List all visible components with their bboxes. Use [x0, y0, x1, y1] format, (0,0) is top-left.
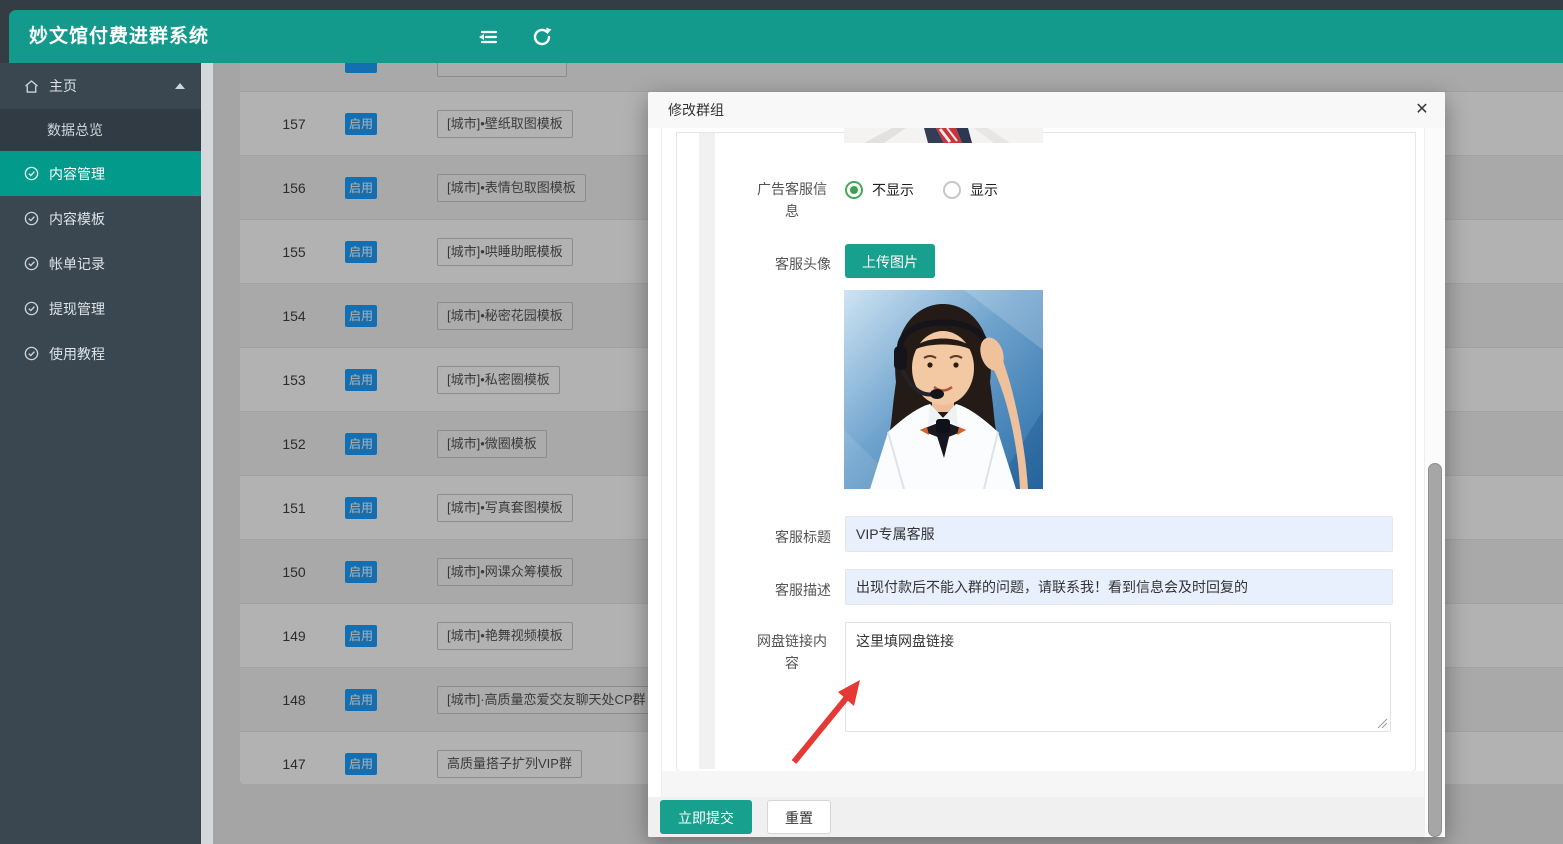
radio-hide[interactable]: 不显示	[845, 180, 914, 200]
card-gutter	[699, 133, 715, 769]
sidebar: 主页 数据总览 内容管理 内容模板	[0, 63, 201, 844]
upload-image-button[interactable]: 上传图片	[845, 244, 935, 278]
sidebar-item-label: 内容管理	[49, 164, 105, 184]
netdisk-label: 网盘链接内容	[753, 630, 831, 674]
caret-up-icon	[175, 83, 185, 89]
check-circle-icon	[23, 300, 40, 317]
card-bottom-band	[662, 771, 1425, 797]
modal-body: 广告客服信息 不显示 显示 客服头像 上传图片	[648, 128, 1445, 797]
sidebar-item-label: 内容模板	[49, 209, 105, 229]
ad-service-label: 广告客服信息	[753, 178, 831, 222]
modal-scrollbar-track[interactable]	[1424, 128, 1445, 837]
sidebar-item-bill-records[interactable]: 帐单记录	[0, 241, 201, 286]
modal-title: 修改群组	[668, 92, 724, 128]
sidebar-item-withdraw-manage[interactable]: 提现管理	[0, 286, 201, 331]
sidebar-item-tutorial[interactable]: 使用教程	[0, 331, 201, 376]
service-desc-input[interactable]	[845, 569, 1393, 605]
modal-title-bar: 修改群组 ✕	[648, 92, 1445, 129]
content-scrollbar-track[interactable]	[201, 63, 213, 844]
service-photo-partial	[844, 128, 1043, 143]
sidebar-item-label: 使用教程	[49, 344, 105, 364]
submit-button[interactable]: 立即提交	[660, 800, 752, 834]
home-icon	[23, 78, 40, 95]
service-avatar-photo	[844, 290, 1043, 489]
reset-button[interactable]: 重置	[767, 800, 831, 834]
check-circle-icon	[23, 345, 40, 362]
edit-group-modal: 修改群组 ✕ 广告客服信息	[648, 92, 1445, 837]
check-circle-icon	[23, 165, 40, 182]
radio-show[interactable]: 显示	[943, 180, 998, 200]
sidebar-item-content-template[interactable]: 内容模板	[0, 196, 201, 241]
app-title: 妙文馆付费进群系统	[29, 10, 209, 63]
service-title-label: 客服标题	[753, 526, 831, 548]
check-circle-icon	[23, 255, 40, 272]
service-title-input[interactable]	[845, 516, 1393, 552]
check-circle-icon	[23, 210, 40, 227]
sidebar-item-content-manage[interactable]: 内容管理	[0, 151, 201, 196]
top-bar: 妙文馆付费进群系统	[9, 10, 1563, 63]
modal-scrollbar-thumb[interactable]	[1428, 463, 1442, 837]
collapse-menu-icon[interactable]	[476, 25, 500, 49]
radio-label: 不显示	[872, 180, 914, 200]
sidebar-item-label: 提现管理	[49, 299, 105, 319]
avatar-label: 客服头像	[753, 253, 831, 275]
sidebar-item-label: 主页	[49, 76, 77, 96]
radio-selected-icon[interactable]	[845, 181, 863, 199]
panel-border	[661, 128, 662, 797]
netdisk-textarea[interactable]: 这里填网盘链接	[845, 622, 1391, 732]
radio-unselected-icon[interactable]	[943, 181, 961, 199]
sidebar-item-data-overview[interactable]: 数据总览	[0, 109, 201, 151]
sidebar-item-label: 帐单记录	[49, 254, 105, 274]
sidebar-item-label: 数据总览	[47, 120, 103, 140]
app-window: 妙文馆付费进群系统 主页 数据总览	[0, 0, 1563, 844]
service-desc-label: 客服描述	[753, 579, 831, 601]
close-icon[interactable]: ✕	[1411, 99, 1433, 121]
sidebar-item-home[interactable]: 主页	[0, 63, 201, 109]
refresh-icon[interactable]	[530, 25, 554, 49]
radio-label: 显示	[970, 180, 998, 200]
modal-footer: 立即提交 重置	[648, 797, 1445, 837]
